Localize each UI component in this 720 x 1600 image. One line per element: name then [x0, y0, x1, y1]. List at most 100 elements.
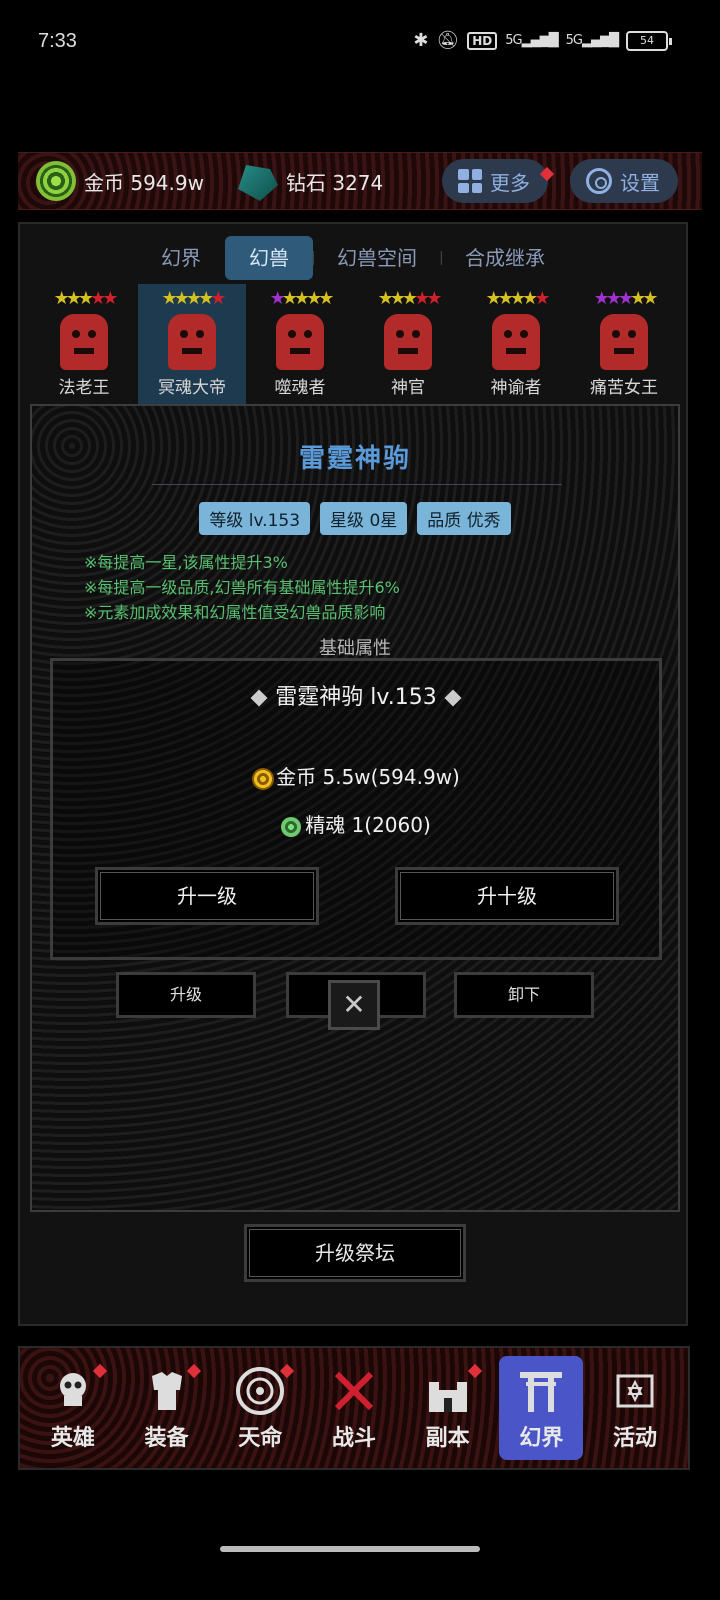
beast-name: 神官	[391, 378, 425, 398]
notification-dot	[539, 166, 555, 182]
star-rating: ★★★★★	[377, 288, 443, 309]
tab-beast-space[interactable]: 幻兽空间	[311, 236, 441, 280]
beast-portrait	[492, 314, 540, 370]
nav-label: 战斗	[331, 1426, 376, 1451]
diamond-amount: 钻石 3274	[286, 170, 384, 195]
star-badge: 星级 0星	[320, 502, 408, 535]
beast-badges: 等级 lv.153 星级 0星 品质 优秀	[32, 502, 678, 535]
beast-portrait	[384, 314, 432, 370]
upgrade-box: 雷霆神驹 lv.153 金币 5.5w(594.9w) 精魂 1(2060) 升…	[50, 658, 662, 960]
star-rating: ★★★★★	[485, 288, 551, 309]
nav-events[interactable]: 活动	[593, 1356, 677, 1460]
soul-cost: 精魂 1(2060)	[53, 809, 659, 838]
skull-icon	[59, 1373, 86, 1406]
gold-resource: 金币 594.9w	[36, 161, 204, 201]
beast-card-soul-eater[interactable]: ★★★★★ 噬魂者	[246, 284, 354, 404]
soul-icon	[281, 816, 302, 837]
gold-coin-icon	[252, 767, 275, 790]
beast-detail-panel: 雷霆神驹 等级 lv.153 星级 0星 品质 优秀 ※每提高一星,该属性提升3…	[30, 404, 680, 1212]
nav-label: 副本	[425, 1426, 470, 1451]
grid-icon	[458, 169, 482, 193]
beast-portrait	[600, 314, 648, 370]
diamond-ornament-icon	[250, 689, 268, 707]
diamond-resource: 钻石 3274	[238, 161, 383, 201]
torii-icon	[520, 1372, 563, 1412]
title-divider	[152, 484, 562, 485]
quality-badge: 品质 优秀	[417, 502, 511, 535]
crossed-swords-icon	[334, 1371, 374, 1411]
home-indicator[interactable]	[220, 1546, 480, 1552]
nav-label: 装备	[144, 1426, 189, 1451]
beast-portrait	[276, 314, 324, 370]
castle-icon	[428, 1382, 467, 1412]
nav-label: 英雄	[50, 1426, 95, 1451]
beast-portrait	[60, 314, 108, 370]
note-line: ※每提高一星,该属性提升3%	[84, 553, 288, 572]
nav-dungeon[interactable]: 副本	[406, 1356, 490, 1460]
section-label: 基础属性	[319, 638, 391, 659]
nav-battle[interactable]: 战斗	[312, 1356, 396, 1460]
hd-badge: HD	[467, 31, 498, 50]
beast-name: 冥魂大帝	[158, 378, 226, 398]
nav-label: 幻界	[519, 1426, 564, 1451]
beast-card-netherlord[interactable]: ★★★★★ 冥魂大帝	[138, 284, 246, 404]
status-bar: 7:33 ✱ 🔕︎ HD 5G▂▄▆█ 5G▂▄▆█ 54	[0, 0, 720, 80]
main-panel: 幻界 幻兽 幻兽空间 合成继承 ★★★★★ 法老王 ★★★★★ 冥魂大帝 ★★★…	[18, 222, 688, 1326]
beast-name: 神谕者	[490, 378, 542, 398]
nav-label: 活动	[613, 1426, 658, 1451]
more-label: 更多	[490, 170, 530, 195]
tab-merge-inherit[interactable]: 合成继承	[439, 236, 569, 280]
beast-card-pain-queen[interactable]: ★★★★★ 痛苦女王	[570, 284, 678, 404]
gear-icon	[586, 168, 612, 194]
more-button[interactable]: 更多	[442, 159, 555, 203]
tab-realm[interactable]: 幻界	[137, 236, 225, 280]
gold-coin-icon	[36, 161, 76, 201]
level-badge: 等级 lv.153	[199, 502, 311, 535]
nav-realm[interactable]: 幻界	[499, 1356, 584, 1460]
mute-icon: 🔕︎	[436, 30, 460, 51]
beast-name: 法老王	[58, 378, 110, 398]
close-icon[interactable]: ✕	[328, 980, 380, 1030]
nav-destiny[interactable]: 天命	[218, 1356, 302, 1460]
unequip-button[interactable]: 卸下	[454, 972, 594, 1018]
beast-card-priest[interactable]: ★★★★★ 神官	[354, 284, 462, 404]
status-icons: ✱ 🔕︎ HD 5G▂▄▆█ 5G▂▄▆█ 54	[413, 30, 672, 51]
resource-bar: 金币 594.9w 钻石 3274 更多 设置	[18, 152, 702, 210]
armor-icon	[151, 1372, 182, 1410]
diamond-icon	[238, 165, 278, 201]
nav-equipment[interactable]: 装备	[125, 1356, 209, 1460]
beast-name: 噬魂者	[274, 378, 326, 398]
note-line: ※每提高一级品质,幻兽所有基础属性提升6%	[84, 578, 400, 597]
star-rating: ★★★★★	[593, 288, 659, 309]
beast-card-oracle[interactable]: ★★★★★ 神谕者	[462, 284, 570, 404]
upgrade-title: 雷霆神驹 lv.153	[53, 679, 659, 711]
beast-card-pharaoh[interactable]: ★★★★★ 法老王	[30, 284, 138, 404]
upgrade-ten-button[interactable]: 升十级	[395, 867, 619, 925]
gold-cost: 金币 5.5w(594.9w)	[53, 761, 659, 790]
tab-beast[interactable]: 幻兽	[225, 236, 313, 280]
upgrade-one-button[interactable]: 升一级	[95, 867, 319, 925]
upgrade-button[interactable]: 升级	[116, 972, 256, 1018]
info-notes: ※每提高一星,该属性提升3% ※每提高一级品质,幻兽所有基础属性提升6% ※元素…	[84, 550, 400, 625]
beast-portrait	[168, 314, 216, 370]
signal-icon-2: 5G▂▄▆█	[565, 33, 619, 48]
status-time: 7:33	[38, 30, 77, 52]
settings-button[interactable]: 设置	[570, 159, 678, 203]
gold-amount: 金币 594.9w	[84, 170, 204, 195]
signal-icon-1: 5G▂▄▆█	[505, 33, 558, 48]
star-rating: ★★★★★	[161, 288, 227, 309]
medallion-icon	[236, 1367, 285, 1415]
star-rating: ★★★★★	[269, 288, 335, 309]
beast-name: 痛苦女王	[590, 378, 658, 398]
nav-heroes[interactable]: 英雄	[31, 1356, 115, 1460]
battery-icon: 54	[626, 30, 672, 51]
tab-bar: 幻界 幻兽 幻兽空间 合成继承	[20, 236, 686, 280]
beast-title: 雷霆神驹	[298, 444, 411, 474]
diamond-ornament-icon	[444, 689, 462, 707]
upgrade-altar-button[interactable]: 升级祭坛	[244, 1224, 466, 1282]
star-rating: ★★★★★	[53, 288, 119, 309]
scroll-icon	[616, 1374, 654, 1408]
bluetooth-icon: ✱	[413, 30, 429, 51]
bottom-nav: 英雄 装备 天命 战斗 副本 幻界 活动	[18, 1346, 690, 1470]
settings-label: 设置	[620, 170, 660, 195]
